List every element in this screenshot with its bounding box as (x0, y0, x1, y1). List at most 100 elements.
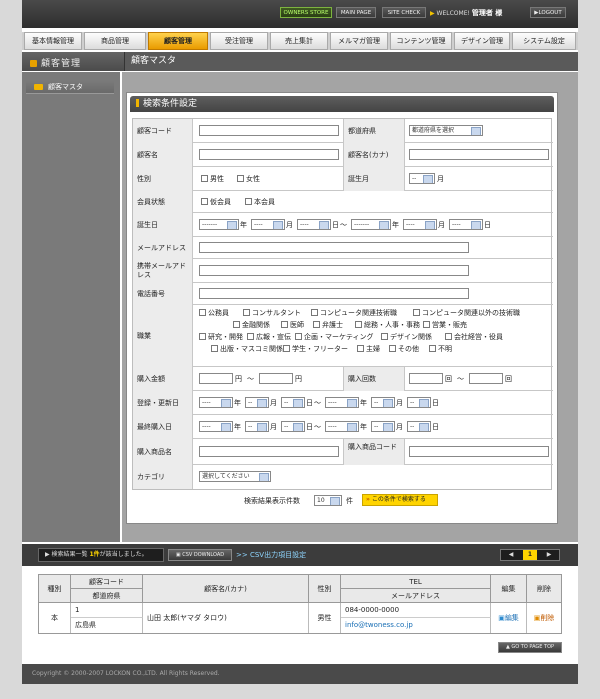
occupation-checkbox[interactable] (199, 309, 206, 316)
registered-to-day-select[interactable]: -- (407, 397, 431, 408)
purchase-amount-to-input[interactable] (259, 373, 293, 384)
occupation-checkbox[interactable] (355, 321, 362, 328)
prev-page-button[interactable]: ◀ (503, 550, 519, 560)
tab-system[interactable]: システム設定 (512, 32, 576, 50)
gender-male-checkbox[interactable] (201, 175, 208, 182)
occupation-option[interactable]: 企画・マーケティング (295, 332, 373, 342)
gender-female-checkbox[interactable] (237, 175, 244, 182)
occupation-checkbox[interactable] (243, 309, 250, 316)
occupation-checkbox[interactable] (445, 333, 452, 340)
purchase-amount-from-input[interactable] (199, 373, 233, 384)
occupation-checkbox[interactable] (429, 345, 436, 352)
birthday-to-year-select[interactable]: ------- (351, 219, 391, 230)
tab-mailmag[interactable]: メルマガ管理 (330, 32, 388, 50)
occupation-checkbox[interactable] (389, 345, 396, 352)
purchase-count-to-input[interactable] (469, 373, 503, 384)
search-button[interactable]: » この条件で検索する (362, 494, 438, 506)
tab-contents[interactable]: コンテンツ管理 (390, 32, 452, 50)
occupation-option[interactable]: 総務・人事・事務 (355, 320, 420, 330)
main-page-button[interactable]: MAIN PAGE (336, 7, 376, 18)
csv-download-button[interactable]: ▣ CSV DOWNLOAD (168, 549, 232, 561)
registered-to-month-select[interactable]: -- (371, 397, 395, 408)
logout-button[interactable]: ▶LOGOUT (530, 7, 566, 18)
result-count-select[interactable]: 10 (314, 495, 342, 506)
delete-link[interactable]: ▣削除 (527, 603, 561, 633)
occupation-checkbox[interactable] (247, 333, 254, 340)
occupation-option[interactable]: 学生・フリーター (283, 344, 348, 354)
sidebar-item-customer-master[interactable]: 顧客マスタ (26, 80, 114, 94)
occupation-option[interactable]: 主婦 (357, 344, 380, 354)
occupation-option[interactable]: 金融関係 (233, 320, 270, 330)
tab-basic-info[interactable]: 基本情報管理 (24, 32, 82, 50)
product-name-input[interactable] (199, 446, 339, 457)
occupation-option[interactable]: 不明 (429, 344, 452, 354)
birthday-from-day-select[interactable]: ---- (297, 219, 331, 230)
birth-month-select[interactable]: -- (409, 173, 435, 184)
occupation-option[interactable]: 研究・開発 (199, 332, 243, 342)
registered-from-year-select[interactable]: ---- (199, 397, 233, 408)
occupation-checkbox[interactable] (311, 309, 318, 316)
page-number[interactable]: 1 (523, 550, 537, 560)
occupation-option[interactable]: 会社経営・役員 (445, 332, 503, 342)
tab-products[interactable]: 商品管理 (84, 32, 146, 50)
gender-male-option[interactable]: 男性 (201, 174, 224, 184)
csv-settings-link[interactable]: >> CSV出力項目設定 (236, 550, 306, 560)
occupation-checkbox[interactable] (357, 345, 364, 352)
occupation-checkbox[interactable] (413, 309, 420, 316)
phone-input[interactable] (199, 288, 469, 299)
occupation-option[interactable]: デザイン関係 (381, 332, 432, 342)
occupation-option[interactable]: 営業・販売 (423, 320, 467, 330)
birthday-to-month-select[interactable]: ---- (403, 219, 437, 230)
occupation-option[interactable]: 公務員 (199, 308, 229, 318)
prefecture-select[interactable]: 都道府県を選択 (409, 125, 483, 136)
occupation-checkbox[interactable] (281, 321, 288, 328)
last-purchase-to-year-select[interactable]: ---- (325, 421, 359, 432)
edit-link[interactable]: ▣編集 (491, 603, 527, 633)
site-check-button[interactable]: SITE CHECK (382, 7, 426, 18)
birthday-to-day-select[interactable]: ---- (449, 219, 483, 230)
tab-orders[interactable]: 受注管理 (210, 32, 268, 50)
last-purchase-from-day-select[interactable]: -- (281, 421, 305, 432)
occupation-checkbox[interactable] (199, 333, 206, 340)
tab-customers[interactable]: 顧客管理 (148, 32, 208, 50)
member-provisional-checkbox[interactable] (201, 198, 208, 205)
customer-code-input[interactable] (199, 125, 339, 136)
occupation-option[interactable]: 出版・マスコミ関係 (211, 344, 283, 354)
owners-store-button[interactable]: OWNERS STORE (280, 7, 332, 18)
purchase-count-from-input[interactable] (409, 373, 443, 384)
registered-from-month-select[interactable]: -- (245, 397, 269, 408)
member-full-checkbox[interactable] (245, 198, 252, 205)
occupation-checkbox[interactable] (313, 321, 320, 328)
table-cell-email[interactable]: info@twoness.co.jp (341, 618, 491, 633)
customer-kana-input[interactable] (409, 149, 549, 160)
occupation-option[interactable]: コンピュータ関連技術職 (311, 308, 397, 318)
occupation-option[interactable]: コンサルタント (243, 308, 301, 318)
registered-from-day-select[interactable]: -- (281, 397, 305, 408)
occupation-checkbox[interactable] (295, 333, 302, 340)
last-purchase-from-month-select[interactable]: -- (245, 421, 269, 432)
occupation-option[interactable]: 弁護士 (313, 320, 343, 330)
occupation-checkbox[interactable] (283, 345, 290, 352)
mobile-email-input[interactable] (199, 265, 469, 276)
tab-design[interactable]: デザイン管理 (454, 32, 510, 50)
occupation-option[interactable]: 医師 (281, 320, 304, 330)
gender-female-option[interactable]: 女性 (237, 174, 260, 184)
member-provisional-option[interactable]: 仮会員 (201, 197, 231, 207)
last-purchase-from-year-select[interactable]: ---- (199, 421, 233, 432)
member-full-option[interactable]: 本会員 (245, 197, 275, 207)
occupation-option[interactable]: コンピュータ関連以外の技術職 (413, 308, 544, 319)
occupation-checkbox[interactable] (423, 321, 430, 328)
tab-sales[interactable]: 売上集計 (270, 32, 328, 50)
email-input[interactable] (199, 242, 469, 253)
customer-name-input[interactable] (199, 149, 339, 160)
category-select[interactable]: 選択してください (199, 471, 271, 482)
last-purchase-to-month-select[interactable]: -- (371, 421, 395, 432)
occupation-option[interactable]: 広報・宣伝 (247, 332, 291, 342)
registered-to-year-select[interactable]: ---- (325, 397, 359, 408)
occupation-checkbox[interactable] (211, 345, 218, 352)
go-to-top-button[interactable]: ▲ GO TO PAGE TOP (498, 642, 562, 653)
occupation-checkbox[interactable] (381, 333, 388, 340)
next-page-button[interactable]: ▶ (541, 550, 557, 560)
birthday-from-month-select[interactable]: ---- (251, 219, 285, 230)
occupation-checkbox[interactable] (233, 321, 240, 328)
